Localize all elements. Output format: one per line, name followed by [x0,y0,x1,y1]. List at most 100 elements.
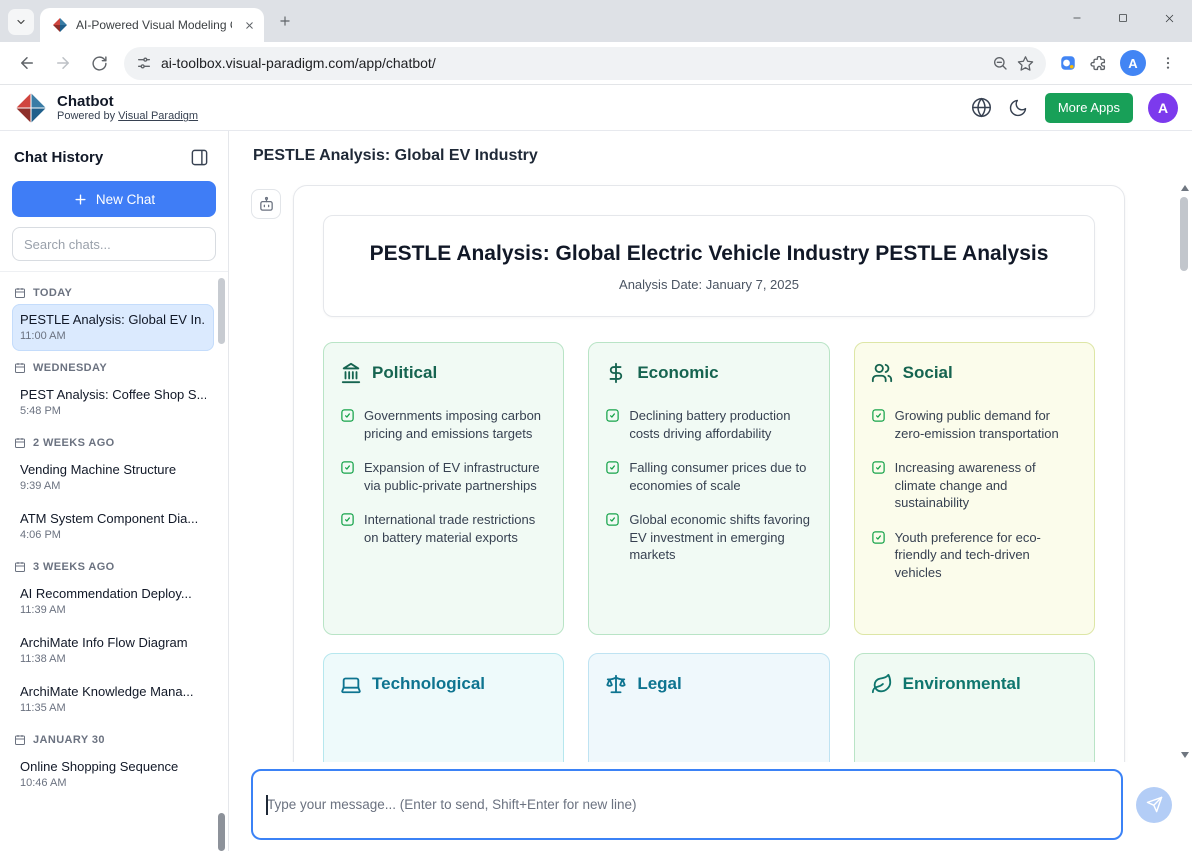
forward-button[interactable] [46,46,80,80]
scroll-up-arrow-icon[interactable] [1181,185,1189,191]
powered-by: Powered by Visual Paradigm [57,110,198,122]
category-card-legal: Legal [588,653,829,762]
category-header: Social [871,362,1078,384]
message-input[interactable] [251,769,1123,840]
powered-by-prefix: Powered by [57,110,115,122]
sidebar-scrollbar-thumb[interactable] [218,278,225,344]
category-header: Legal [605,673,812,695]
send-button[interactable] [1136,787,1172,823]
brand: Chatbot Powered by Visual Paradigm [14,91,198,125]
site-favicon-icon [52,17,68,33]
window-controls [1054,0,1192,36]
url-text[interactable]: ai-toolbox.visual-paradigm.com/app/chatb… [161,55,983,71]
site-settings-icon[interactable] [136,55,152,71]
window-close-button[interactable] [1146,0,1192,36]
chat-item-archimate-knowledge[interactable]: ArchiMate Knowledge Mana... 11:35 AM [12,676,214,723]
back-button[interactable] [10,46,44,80]
zoom-indicator-icon[interactable] [992,55,1008,71]
category-item-text: Global economic shifts favoring EV inves… [629,511,812,564]
text-caret [266,795,268,815]
search-chats-input[interactable] [12,227,216,261]
address-bar[interactable]: ai-toolbox.visual-paradigm.com/app/chatb… [124,47,1046,80]
composer-bar [229,762,1192,851]
scroll-down-arrow-icon[interactable] [1181,752,1189,758]
assistant-message-card: PESTLE Analysis: Global Electric Vehicle… [293,185,1125,762]
chat-message-area: PESTLE Analysis: Global Electric Vehicle… [229,181,1178,762]
analysis-title-box: PESTLE Analysis: Global Electric Vehicle… [323,215,1095,317]
header-actions: More Apps A [971,93,1178,123]
category-item-text: Expansion of EV infrastructure via publi… [364,459,547,494]
browser-tab[interactable]: AI-Powered Visual Modeling Ch [40,8,264,42]
chat-item-vending-machine[interactable]: Vending Machine Structure 9:39 AM [12,454,214,501]
window-maximize-button[interactable] [1100,0,1146,36]
group-label-today: TODAY [14,287,212,299]
category-item: Increasing awareness of climate change a… [871,459,1078,512]
new-chat-button[interactable]: New Chat [12,181,216,217]
group-label-3-weeks-ago: 3 WEEKS AGO [14,561,212,573]
category-title: Legal [637,674,681,694]
extensions-puzzle-icon[interactable] [1084,49,1112,77]
chat-item-pest-coffee[interactable]: PEST Analysis: Coffee Shop S... 5:48 PM [12,379,214,426]
group-label-wednesday: WEDNESDAY [14,362,212,374]
browser-profile-avatar[interactable]: A [1120,50,1146,76]
reload-button[interactable] [82,46,116,80]
sidebar-header: Chat History [0,131,228,177]
browser-toolbar: ai-toolbox.visual-paradigm.com/app/chatb… [0,42,1192,85]
sidebar-collapse-icon[interactable] [190,145,214,169]
bookmark-star-icon[interactable] [1017,55,1034,72]
user-avatar[interactable]: A [1148,93,1178,123]
category-item-text: Growing public demand for zero-emission … [895,407,1078,442]
main-scrollbar-thumb[interactable] [1180,197,1188,271]
app-title: Chatbot [57,93,198,110]
category-item: Growing public demand for zero-emission … [871,407,1078,442]
category-header: Political [340,362,547,384]
category-item: Youth preference for eco-friendly and te… [871,529,1078,582]
sidebar-title: Chat History [14,149,103,166]
main-scrollbar[interactable] [1179,183,1191,760]
category-item-text: Declining battery production costs drivi… [629,407,812,442]
browser-menu-icon[interactable] [1154,49,1182,77]
chat-item-pestle-ev[interactable]: PESTLE Analysis: Global EV In... 11:00 A… [12,304,214,351]
category-item: Expansion of EV infrastructure via publi… [340,459,547,494]
language-globe-icon[interactable] [971,97,993,119]
chat-item-atm-component[interactable]: ATM System Component Dia... 4:06 PM [12,503,214,550]
chat-history-sidebar: Chat History New Chat TODAY PESTLE Analy… [0,131,229,851]
tab-search-chevron-icon[interactable] [8,9,34,35]
chat-item-online-shopping[interactable]: Online Shopping Sequence 10:46 AM [12,751,214,798]
more-apps-button[interactable]: More Apps [1045,93,1133,123]
laptop-icon [340,673,362,695]
new-tab-button[interactable] [272,8,298,34]
check-square-icon [871,530,886,582]
category-card-political: Political Governments imposing carbon pr… [323,342,564,635]
chat-item-archimate-info-flow[interactable]: ArchiMate Info Flow Diagram 11:38 AM [12,627,214,674]
analysis-date: Analysis Date: January 7, 2025 [342,277,1076,292]
category-item: Governments imposing carbon pricing and … [340,407,547,442]
sidebar-scrollbar-thumb-bottom[interactable] [218,813,225,851]
group-label-2-weeks-ago: 2 WEEKS AGO [14,437,212,449]
category-card-environmental: Environmental [854,653,1095,762]
check-square-icon [871,460,886,512]
window-minimize-button[interactable] [1054,0,1100,36]
conversation-title: PESTLE Analysis: Global EV Industry [229,131,1192,181]
browser-tab-strip: AI-Powered Visual Modeling Ch [0,0,1192,42]
visual-paradigm-link[interactable]: Visual Paradigm [118,110,198,122]
users-icon [871,362,893,384]
category-title: Social [903,363,953,383]
chat-item-ai-recommendation[interactable]: AI Recommendation Deploy... 11:39 AM [12,578,214,625]
tab-close-icon[interactable] [240,16,258,34]
category-item: Global economic shifts favoring EV inves… [605,511,812,564]
extension-shortcut-icon[interactable] [1054,49,1082,77]
category-title: Environmental [903,674,1021,694]
dollar-icon [605,362,627,384]
main-panel: PESTLE Analysis: Global EV Industry PEST… [229,131,1192,851]
composer-input-wrap [251,769,1123,840]
new-chat-label: New Chat [96,192,155,207]
category-header: Technological [340,673,547,695]
check-square-icon [871,408,886,442]
category-title: Technological [372,674,485,694]
category-title: Political [372,363,437,383]
check-square-icon [340,408,355,442]
category-title: Economic [637,363,718,383]
dark-mode-moon-icon[interactable] [1008,97,1030,119]
bot-avatar-icon [251,189,281,219]
